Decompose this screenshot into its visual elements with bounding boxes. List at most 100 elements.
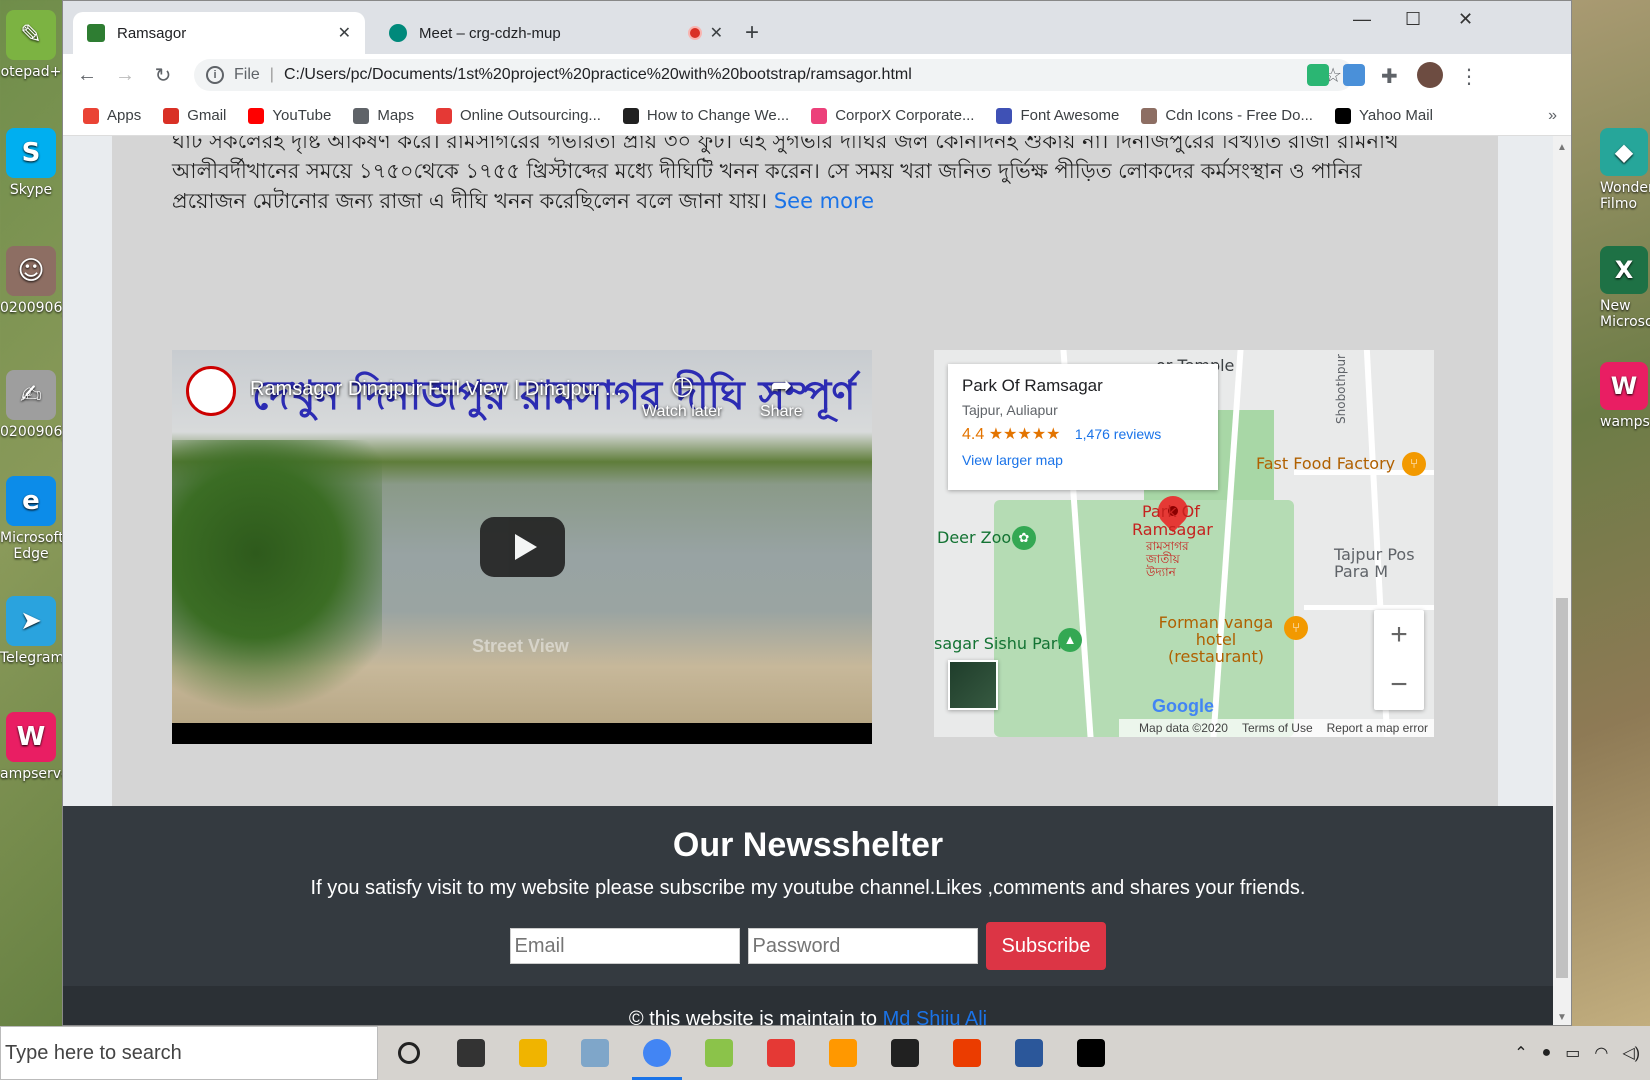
- close-window-button[interactable]: ✕: [1458, 9, 1473, 30]
- taskbar-chrome-button[interactable]: [626, 1026, 688, 1080]
- extensions-puzzle-icon[interactable]: ✚: [1381, 64, 1403, 88]
- back-button[interactable]: ←: [73, 64, 101, 87]
- bookmark-favicon-icon: [622, 107, 639, 124]
- taskbar-search[interactable]: Type here to search: [0, 1026, 378, 1080]
- bookmark-item[interactable]: Apps: [83, 107, 141, 124]
- bookmark-item[interactable]: How to Change We...: [622, 107, 789, 124]
- app-icon: ➤: [6, 596, 56, 646]
- zoo-icon[interactable]: ✿: [1012, 526, 1036, 550]
- taskbar-intellij-button[interactable]: [1060, 1026, 1122, 1080]
- app-icon: W: [6, 712, 56, 762]
- bookmark-favicon-icon: [811, 107, 828, 124]
- volume-icon[interactable]: ◁): [1622, 1043, 1640, 1063]
- desktop-icon[interactable]: S Skype: [0, 128, 62, 198]
- desktop-icon[interactable]: Wampserve: [0, 712, 70, 782]
- reviews-link[interactable]: 1,476 reviews: [1075, 426, 1161, 442]
- play-icon: [514, 534, 537, 560]
- search-placeholder: Type here to search: [5, 1041, 182, 1064]
- microphone-icon[interactable]: ●: [1542, 1044, 1552, 1062]
- minimize-button[interactable]: —: [1353, 9, 1371, 30]
- restaurant-icon[interactable]: ⑂: [1402, 452, 1426, 476]
- wifi-icon[interactable]: ◠: [1594, 1043, 1608, 1063]
- scroll-thumb[interactable]: [1556, 598, 1568, 978]
- terms-link[interactable]: Terms of Use: [1242, 721, 1313, 735]
- url-text[interactable]: C:/Users/pc/Documents/1st%20project%20pr…: [284, 66, 912, 84]
- desktop-icon[interactable]: ☺ 0200906_: [0, 246, 69, 316]
- desktop-icon[interactable]: ✍ 0200906_: [0, 370, 69, 440]
- zoom-out-button[interactable]: −: [1374, 660, 1424, 710]
- channel-logo[interactable]: [186, 366, 236, 416]
- desktop-icon[interactable]: e Microsoft Edge: [0, 476, 64, 562]
- taskbar-file-explorer-button[interactable]: [502, 1026, 564, 1080]
- desktop-icon[interactable]: X New Microso: [1572, 246, 1650, 330]
- taskbar-cortana-button[interactable]: [378, 1026, 440, 1080]
- reload-button[interactable]: ↻: [149, 63, 177, 88]
- taskbar-word-button[interactable]: [998, 1026, 1060, 1080]
- tray-chevron-icon[interactable]: ⌃: [1514, 1043, 1527, 1063]
- forward-button[interactable]: →: [111, 64, 139, 87]
- bookmark-item[interactable]: Cdn Icons - Free Do...: [1141, 107, 1313, 124]
- author-link[interactable]: Md Shiju Ali: [883, 1008, 988, 1025]
- zoom-in-button[interactable]: +: [1374, 610, 1424, 660]
- bookmark-item[interactable]: Yahoo Mail: [1334, 107, 1433, 124]
- close-tab-icon[interactable]: ✕: [710, 23, 723, 43]
- google-map[interactable]: or Temple Fast Food Factory ⑂ Deer Zoo ✿…: [934, 350, 1434, 737]
- taskbar-image-app-button[interactable]: [688, 1026, 750, 1080]
- tab-ramsagor[interactable]: Ramsagor ✕: [73, 12, 365, 54]
- report-error-link[interactable]: Report a map error: [1327, 721, 1428, 735]
- tab-meet[interactable]: Meet – crg-cdzh-mup ✕: [375, 12, 737, 54]
- close-tab-icon[interactable]: ✕: [338, 23, 351, 43]
- desktop-icon[interactable]: ✎ otepad+: [0, 10, 62, 80]
- watch-later-button[interactable]: ◷ Watch later: [642, 370, 722, 421]
- taskbar-snipping-button[interactable]: [750, 1026, 812, 1080]
- extension-green-icon[interactable]: [1307, 64, 1329, 86]
- video-title[interactable]: Ramsagor Dinajpur Full View | Dinajpur .…: [250, 378, 670, 401]
- bookmark-item[interactable]: YouTube: [248, 107, 331, 124]
- taskbar-sublime-button[interactable]: [812, 1026, 874, 1080]
- restaurant-icon[interactable]: ⑂: [1284, 616, 1308, 640]
- desktop-icon[interactable]: ◆ Wonder Filmo: [1572, 128, 1650, 212]
- desktop-icon[interactable]: Wwamps: [1572, 362, 1650, 430]
- play-button[interactable]: [480, 517, 565, 577]
- see-more-link[interactable]: See more: [774, 189, 874, 213]
- address-bar[interactable]: i File | C:/Users/pc/Documents/1st%20pro…: [194, 59, 1354, 91]
- map-footer: Map data ©2020 Terms of Use Report a map…: [1119, 719, 1434, 737]
- desktop-icon-label: Telegram: [0, 650, 65, 666]
- email-input[interactable]: [509, 928, 740, 964]
- taskbar-app-blue-button[interactable]: [564, 1026, 626, 1080]
- battery-icon[interactable]: ▭: [1565, 1043, 1580, 1063]
- bookmark-item[interactable]: Gmail: [163, 107, 226, 124]
- taskbar-task-view-button[interactable]: [440, 1026, 502, 1080]
- scroll-up-icon[interactable]: ▲: [1557, 142, 1567, 153]
- menu-kebab-icon[interactable]: ⋮: [1459, 64, 1481, 88]
- zoom-control: + −: [1374, 610, 1424, 710]
- app-icon: ☺: [6, 246, 56, 296]
- view-larger-map-link[interactable]: View larger map: [962, 452, 1204, 468]
- scroll-down-icon[interactable]: ▼: [1557, 1012, 1567, 1023]
- tab-title: Meet – crg-cdzh-mup: [419, 24, 561, 42]
- windows-taskbar: Type here to search ⌃ ● ▭ ◠ ◁): [0, 1026, 1650, 1080]
- maximize-button[interactable]: ☐: [1405, 9, 1421, 30]
- bookmark-favicon-icon: [436, 107, 453, 124]
- bookmark-item[interactable]: Font Awesome: [996, 107, 1119, 124]
- new-tab-button[interactable]: +: [745, 19, 759, 47]
- satellite-toggle[interactable]: [948, 660, 998, 710]
- desktop-icon[interactable]: ➤ Telegram: [0, 596, 65, 666]
- profile-avatar[interactable]: [1417, 62, 1443, 88]
- extension-blue-icon[interactable]: [1343, 64, 1365, 86]
- subscribe-button[interactable]: Subscribe: [985, 922, 1107, 970]
- bookmark-item[interactable]: CorporX Corporate...: [811, 107, 974, 124]
- share-button[interactable]: ➦ Share: [760, 370, 803, 421]
- bookmarks-overflow-button[interactable]: »: [1548, 107, 1557, 125]
- password-input[interactable]: [747, 928, 978, 964]
- info-icon[interactable]: i: [206, 66, 224, 84]
- bookmark-item[interactable]: Maps: [353, 107, 414, 124]
- bookmark-label: Cdn Icons - Free Do...: [1165, 107, 1313, 124]
- page-scrollbar[interactable]: ▲ ▼: [1553, 136, 1571, 1025]
- description-paragraph: ঘাট সকলেরই দৃষ্টি আকর্ষণ করে। রামসাগরের …: [172, 136, 1432, 216]
- taskbar-office-button[interactable]: [936, 1026, 998, 1080]
- park-icon[interactable]: ▲: [1058, 628, 1082, 652]
- taskbar-cursor-app-button[interactable]: [874, 1026, 936, 1080]
- bookmark-item[interactable]: Online Outsourcing...: [436, 107, 601, 124]
- youtube-video[interactable]: দেখুন দিনাজপুর রামসাগর দীঘি সম্পূর্ণ Ram…: [172, 350, 872, 744]
